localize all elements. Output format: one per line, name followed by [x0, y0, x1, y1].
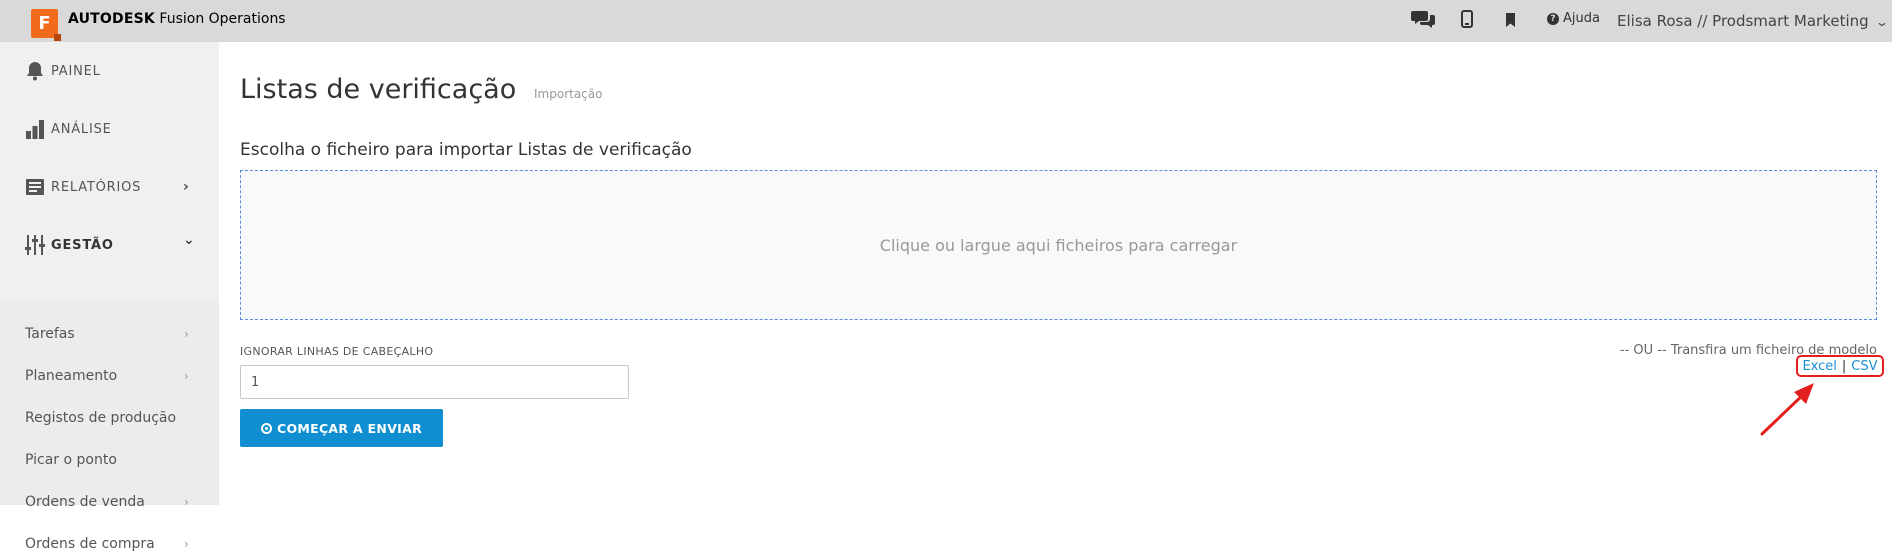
chat-icon[interactable]	[1411, 9, 1435, 33]
page-title: Listas de verificação	[240, 74, 517, 105]
chevron-down-icon: ⌄	[1874, 15, 1889, 29]
sliders-icon	[24, 234, 46, 256]
top-bar: F AUTODESK Fusion Operations ? Ajuda Elis…	[0, 0, 1892, 42]
file-dropzone[interactable]: Clique ou largue aqui ficheiros para car…	[240, 170, 1877, 320]
sidebar-item-analise[interactable]: ANÁLISE	[0, 100, 219, 158]
report-icon	[24, 176, 46, 198]
bookmark-icon[interactable]	[1505, 12, 1516, 31]
sidebar-subitem-tarefas[interactable]: Tarefas	[25, 326, 75, 342]
bar-chart-icon	[24, 118, 46, 140]
bell-icon	[24, 60, 46, 82]
help-icon: ?	[1547, 13, 1559, 25]
csv-template-link[interactable]: CSV	[1851, 359, 1877, 374]
chevron-right-icon: ›	[183, 179, 189, 195]
chevron-right-icon: ›	[184, 369, 189, 383]
excel-template-link[interactable]: Excel	[1802, 359, 1836, 374]
circle-arrow-icon	[260, 422, 272, 434]
gestao-submenu: Tarefas › Planeamento › Registos de prod…	[0, 298, 219, 552]
sidebar-subitem-picar-ponto[interactable]: Picar o ponto	[25, 452, 117, 468]
page-subtitle: Importação	[534, 87, 603, 101]
sidebar-item-relatorios[interactable]: RELATÓRIOS ›	[0, 158, 219, 216]
section-title: Escolha o ficheiro para importar Listas …	[240, 140, 692, 160]
chevron-down-icon: ⌄	[183, 232, 195, 248]
help-link[interactable]: ? Ajuda	[1547, 11, 1600, 26]
sidebar-subitem-ordens-venda[interactable]: Ordens de venda	[25, 494, 145, 510]
sidebar-subitem-ordens-compra[interactable]: Ordens de compra	[25, 536, 155, 552]
brand-name[interactable]: AUTODESK Fusion Operations	[68, 11, 286, 27]
sidebar-item-painel[interactable]: PAINEL	[0, 42, 219, 100]
chevron-right-icon: ›	[184, 327, 189, 341]
mobile-icon[interactable]	[1461, 10, 1473, 32]
template-links: Excel | CSV	[1796, 355, 1884, 377]
header-lines-input[interactable]	[240, 365, 629, 399]
dropzone-text: Clique ou largue aqui ficheiros para car…	[879, 235, 1238, 255]
sidebar-subitem-registos[interactable]: Registos de produção	[25, 410, 176, 426]
chevron-right-icon: ›	[184, 495, 189, 509]
sidebar: PAINEL ANÁLISE RELATÓRIOS › GESTÃO ⌄ Tar…	[0, 42, 219, 552]
header-lines-label: IGNORAR LINHAS DE CABEÇALHO	[240, 345, 434, 358]
user-menu[interactable]: Elisa Rosa // Prodsmart Marketing ⌄	[1617, 12, 1889, 30]
sidebar-subitem-planeamento[interactable]: Planeamento	[25, 368, 117, 384]
sidebar-item-gestao[interactable]: GESTÃO ⌄	[0, 216, 219, 274]
app-logo-icon[interactable]: F	[31, 9, 61, 41]
start-upload-button[interactable]: COMEÇAR A ENVIAR	[240, 409, 443, 447]
chevron-right-icon: ›	[184, 537, 189, 551]
annotation-arrow-icon	[1760, 383, 1814, 436]
